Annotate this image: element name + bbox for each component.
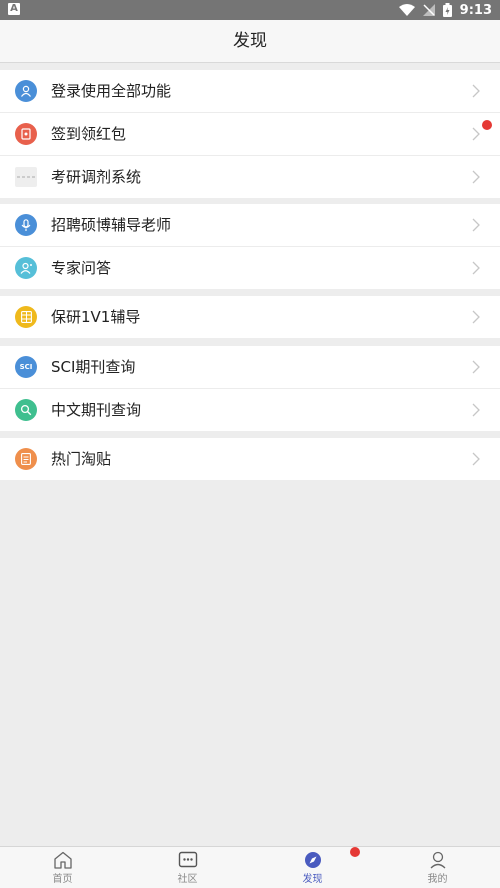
bottom-tab-bar: 首页 社区 发现 我的: [0, 846, 500, 888]
expert-icon: [15, 257, 37, 279]
tab-label: 社区: [177, 873, 198, 885]
menu-item-label: 招聘硕博辅导老师: [51, 216, 172, 234]
menu-item-postgrad-tutoring[interactable]: 保研1V1辅导: [0, 296, 500, 338]
new-badge: [482, 120, 492, 130]
chevron-right-icon: [472, 218, 480, 232]
menu-item-checkin[interactable]: 签到领红包: [0, 112, 500, 155]
thumbnail-image: [15, 167, 37, 187]
tab-label: 我的: [427, 873, 448, 885]
chevron-right-icon: [472, 360, 480, 374]
menu-item-chinese-journal[interactable]: 中文期刊查询: [0, 388, 500, 431]
grid-icon: [15, 306, 37, 328]
wifi-icon: [398, 4, 415, 16]
tab-home[interactable]: 首页: [0, 847, 125, 888]
menu-item-login[interactable]: 登录使用全部功能: [0, 70, 500, 112]
menu-item-label: 签到领红包: [51, 125, 127, 143]
tab-label: 发现: [302, 873, 323, 885]
menu-group-journals: SCI SCI期刊查询 中文期刊查询: [0, 346, 500, 431]
chevron-right-icon: [472, 261, 480, 275]
new-badge: [350, 847, 360, 857]
chevron-right-icon: [472, 170, 480, 184]
menu-group-tutor: 招聘硕博辅导老师 专家问答: [0, 204, 500, 289]
sci-icon: SCI: [15, 356, 37, 378]
search-icon: [15, 399, 37, 421]
menu-item-label: SCI期刊查询: [51, 358, 136, 376]
chevron-right-icon: [472, 127, 480, 141]
menu-item-sci-journal[interactable]: SCI SCI期刊查询: [0, 346, 500, 388]
user-icon: [15, 80, 37, 102]
no-signal-icon: [422, 4, 435, 16]
sci-icon-text: SCI: [19, 363, 33, 371]
microphone-icon: [15, 214, 37, 236]
menu-group-account: 登录使用全部功能 签到领红包 考研调剂系统: [0, 70, 500, 198]
menu-item-label: 热门淘贴: [51, 450, 112, 468]
chat-icon: [178, 851, 197, 867]
red-packet-icon: [15, 123, 37, 145]
tab-community[interactable]: 社区: [125, 847, 250, 888]
battery-icon: [442, 3, 452, 17]
menu-item-recruit-tutor[interactable]: 招聘硕博辅导老师: [0, 204, 500, 246]
tab-mine[interactable]: 我的: [375, 847, 500, 888]
tab-label: 首页: [52, 873, 73, 885]
compass-icon: [304, 851, 321, 868]
menu-group-hot: 热门淘贴: [0, 438, 500, 480]
chevron-right-icon: [472, 310, 480, 324]
menu-item-label: 中文期刊查询: [51, 401, 142, 419]
home-icon: [53, 851, 72, 869]
status-bar: A 9:13: [0, 0, 500, 20]
clock: 9:13: [459, 2, 492, 18]
menu-item-hot-posts[interactable]: 热门淘贴: [0, 438, 500, 480]
menu-item-label: 专家问答: [51, 259, 112, 277]
page-title: 发现: [0, 20, 500, 63]
tab-discover[interactable]: 发现: [250, 847, 375, 888]
chevron-right-icon: [472, 84, 480, 98]
profile-icon: [430, 851, 445, 868]
document-icon: [15, 448, 37, 470]
menu-item-expert-qa[interactable]: 专家问答: [0, 246, 500, 289]
menu-item-label: 考研调剂系统: [51, 168, 142, 186]
menu-item-label: 登录使用全部功能: [51, 82, 172, 100]
menu-group-postgrad: 保研1V1辅导: [0, 296, 500, 338]
chevron-right-icon: [472, 403, 480, 417]
chevron-right-icon: [472, 452, 480, 466]
menu-item-label: 保研1V1辅导: [51, 308, 141, 326]
notification-icon: A: [8, 3, 20, 15]
menu-item-adjustment-system[interactable]: 考研调剂系统: [0, 155, 500, 198]
